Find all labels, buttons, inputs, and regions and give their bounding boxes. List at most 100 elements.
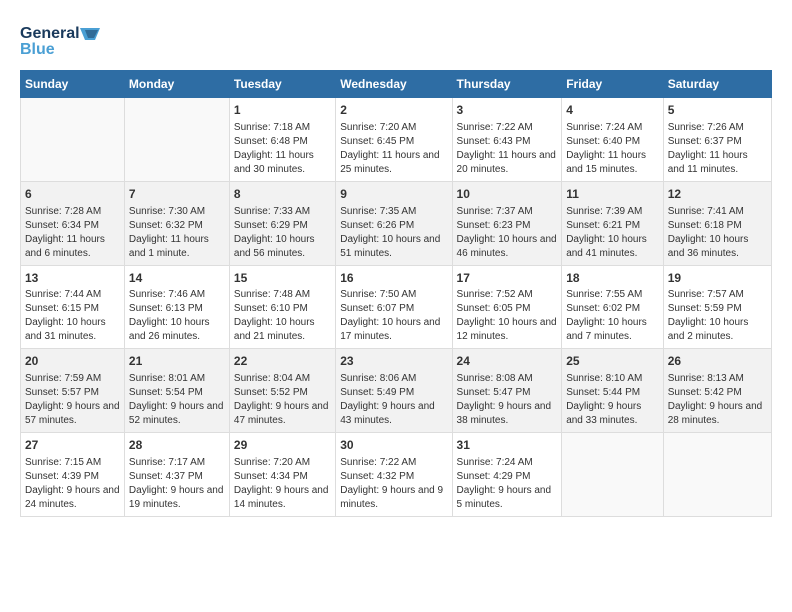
day-number: 8 (234, 186, 331, 203)
calendar-cell: 5Sunrise: 7:26 AMSunset: 6:37 PMDaylight… (663, 98, 771, 182)
col-header-tuesday: Tuesday (229, 71, 335, 98)
day-number: 24 (457, 353, 558, 370)
day-number: 16 (340, 270, 447, 287)
daylight: Daylight: 11 hours and 20 minutes. (457, 150, 556, 175)
logo: General Blue (20, 20, 110, 60)
sunrise: Sunrise: 7:35 AM (340, 206, 416, 217)
daylight: Daylight: 9 hours and 19 minutes. (129, 485, 224, 510)
sunrise: Sunrise: 7:39 AM (566, 206, 642, 217)
sunset: Sunset: 4:29 PM (457, 471, 531, 482)
sunset: Sunset: 5:59 PM (668, 303, 742, 314)
daylight: Daylight: 9 hours and 9 minutes. (340, 485, 443, 510)
calendar-week-row: 1Sunrise: 7:18 AMSunset: 6:48 PMDaylight… (21, 98, 772, 182)
calendar-week-row: 6Sunrise: 7:28 AMSunset: 6:34 PMDaylight… (21, 181, 772, 265)
calendar-cell: 25Sunrise: 8:10 AMSunset: 5:44 PMDayligh… (562, 349, 664, 433)
calendar-cell: 17Sunrise: 7:52 AMSunset: 6:05 PMDayligh… (452, 265, 562, 349)
calendar-cell: 14Sunrise: 7:46 AMSunset: 6:13 PMDayligh… (124, 265, 229, 349)
day-number: 31 (457, 437, 558, 454)
sunset: Sunset: 6:48 PM (234, 136, 308, 147)
calendar-cell (562, 433, 664, 517)
sunset: Sunset: 6:26 PM (340, 220, 414, 231)
sunset: Sunset: 6:13 PM (129, 303, 203, 314)
sunset: Sunset: 6:34 PM (25, 220, 99, 231)
daylight: Daylight: 9 hours and 57 minutes. (25, 401, 120, 426)
calendar-cell: 10 Sunrise: 7:37 AM Sunset: 6:23 PM Dayligh… (452, 181, 562, 265)
calendar-cell: 31Sunrise: 7:24 AMSunset: 4:29 PMDayligh… (452, 433, 562, 517)
sunset: Sunset: 6:43 PM (457, 136, 531, 147)
sunrise: Sunrise: 8:04 AM (234, 373, 310, 384)
day-number: 15 (234, 270, 331, 287)
svg-text:General: General (20, 25, 80, 42)
sunrise: Sunrise: 8:13 AM (668, 373, 744, 384)
day-number: 28 (129, 437, 225, 454)
sunrise: Sunrise: 7:57 AM (668, 289, 744, 300)
sunrise: Sunrise: 7:44 AM (25, 289, 101, 300)
daylight: Daylight: 10 hours and 36 minutes. (668, 234, 749, 259)
sunrise: Sunrise: 7:46 AM (129, 289, 205, 300)
calendar-cell: 23Sunrise: 8:06 AMSunset: 5:49 PMDayligh… (336, 349, 452, 433)
sunset: Sunset: 4:39 PM (25, 471, 99, 482)
sunset: Sunset: 5:52 PM (234, 387, 308, 398)
sunrise: Sunrise: 7:37 AM (457, 206, 533, 217)
daylight: Daylight: 10 hours and 2 minutes. (668, 317, 749, 342)
calendar-cell: 11Sunrise: 7:39 AMSunset: 6:21 PMDayligh… (562, 181, 664, 265)
day-number: 11 (566, 186, 659, 203)
calendar-cell: 4Sunrise: 7:24 AMSunset: 6:40 PMDaylight… (562, 98, 664, 182)
daylight: Daylight: 9 hours and 47 minutes. (234, 401, 329, 426)
sunset: Sunset: 6:37 PM (668, 136, 742, 147)
day-number: 10 (457, 186, 558, 203)
daylight: Daylight: 9 hours and 28 minutes. (668, 401, 763, 426)
day-number: 26 (668, 353, 767, 370)
col-header-thursday: Thursday (452, 71, 562, 98)
calendar-cell: 8Sunrise: 7:33 AMSunset: 6:29 PMDaylight… (229, 181, 335, 265)
day-number: 29 (234, 437, 331, 454)
day-number: 19 (668, 270, 767, 287)
day-number: 30 (340, 437, 447, 454)
sunset: Sunset: 6:40 PM (566, 136, 640, 147)
day-number: 12 (668, 186, 767, 203)
sunrise: Sunrise: 7:20 AM (340, 122, 416, 133)
sunrise: Sunrise: 7:55 AM (566, 289, 642, 300)
calendar-cell: 29Sunrise: 7:20 AMSunset: 4:34 PMDayligh… (229, 433, 335, 517)
sunset: Sunset: 4:34 PM (234, 471, 308, 482)
sunrise: Sunrise: 8:10 AM (566, 373, 642, 384)
daylight: Daylight: 10 hours and 46 minutes. (457, 234, 557, 259)
sunset: Sunset: 6:18 PM (668, 220, 742, 231)
sunset: Sunset: 5:49 PM (340, 387, 414, 398)
calendar-cell: 18Sunrise: 7:55 AMSunset: 6:02 PMDayligh… (562, 265, 664, 349)
day-number: 1 (234, 102, 331, 119)
sunset: Sunset: 6:32 PM (129, 220, 203, 231)
calendar-cell: 27Sunrise: 7:15 AMSunset: 4:39 PMDayligh… (21, 433, 125, 517)
calendar-cell: 3Sunrise: 7:22 AMSunset: 6:43 PMDaylight… (452, 98, 562, 182)
sunset: Sunset: 6:10 PM (234, 303, 308, 314)
calendar-cell: 13Sunrise: 7:44 AMSunset: 6:15 PMDayligh… (21, 265, 125, 349)
sunrise: Sunrise: 7:17 AM (129, 457, 205, 468)
calendar-week-row: 13Sunrise: 7:44 AMSunset: 6:15 PMDayligh… (21, 265, 772, 349)
sunrise: Sunrise: 7:24 AM (457, 457, 533, 468)
daylight: Daylight: 10 hours and 51 minutes. (340, 234, 440, 259)
day-number: 22 (234, 353, 331, 370)
day-number: 25 (566, 353, 659, 370)
sunset: Sunset: 6:45 PM (340, 136, 414, 147)
daylight: Daylight: 9 hours and 43 minutes. (340, 401, 435, 426)
sunrise: Sunrise: 7:22 AM (340, 457, 416, 468)
sunset: Sunset: 6:23 PM (457, 220, 531, 231)
calendar-cell: 19 Sunrise: 7:57 AM Sunset: 5:59 PM Dayligh… (663, 265, 771, 349)
calendar-cell: 16Sunrise: 7:50 AMSunset: 6:07 PMDayligh… (336, 265, 452, 349)
day-number: 20 (25, 353, 120, 370)
sunrise: Sunrise: 7:28 AM (25, 206, 101, 217)
daylight: Daylight: 11 hours and 15 minutes. (566, 150, 646, 175)
col-header-wednesday: Wednesday (336, 71, 452, 98)
col-header-saturday: Saturday (663, 71, 771, 98)
sunset: Sunset: 4:32 PM (340, 471, 414, 482)
day-number: 7 (129, 186, 225, 203)
calendar-table: SundayMondayTuesdayWednesdayThursdayFrid… (20, 70, 772, 517)
sunrise: Sunrise: 8:06 AM (340, 373, 416, 384)
sunset: Sunset: 6:05 PM (457, 303, 531, 314)
sunrise: Sunrise: 7:41 AM (668, 206, 744, 217)
sunset: Sunset: 6:15 PM (25, 303, 99, 314)
col-header-sunday: Sunday (21, 71, 125, 98)
sunset: Sunset: 5:42 PM (668, 387, 742, 398)
day-number: 9 (340, 186, 447, 203)
sunset: Sunset: 4:37 PM (129, 471, 203, 482)
